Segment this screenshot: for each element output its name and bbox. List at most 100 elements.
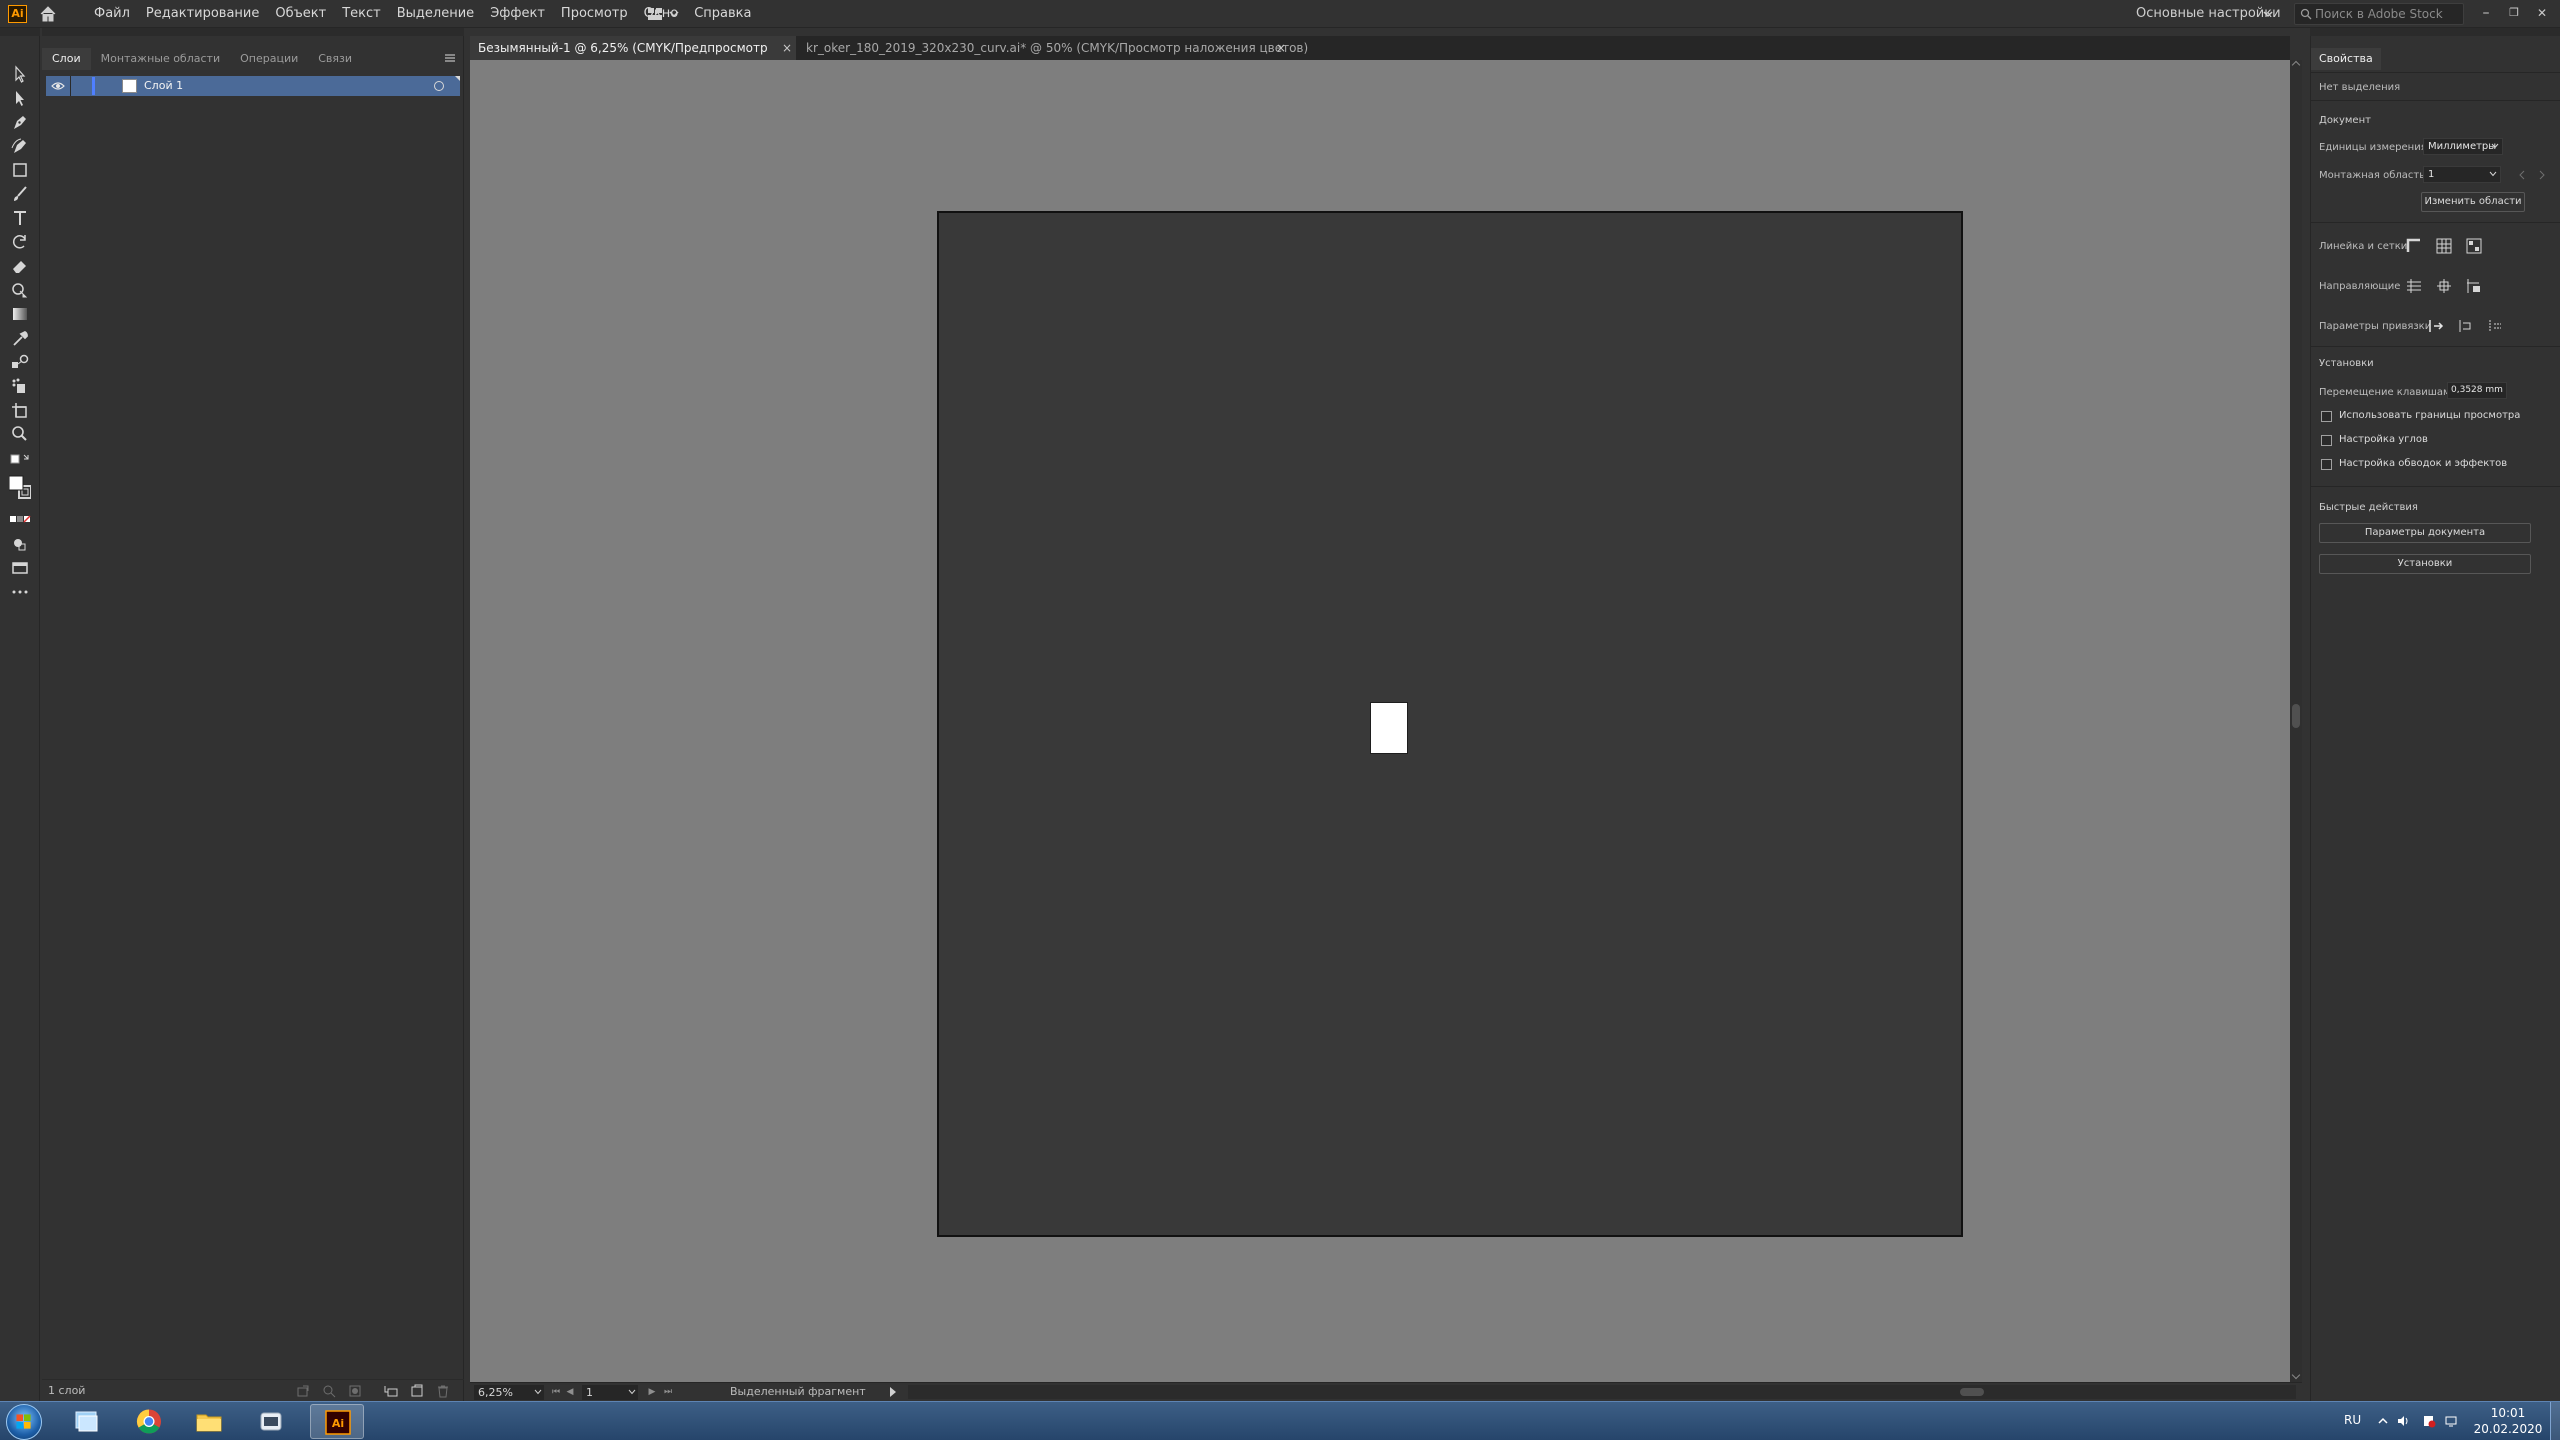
next-artboard-icon[interactable]: ▶ [646,1386,658,1398]
chevron-down-icon[interactable] [628,1389,636,1395]
color-mode-icon[interactable] [9,510,31,530]
layer-name[interactable]: Слой 1 [144,76,183,96]
rectangle-tool-icon[interactable] [9,160,31,180]
menu-type[interactable]: Текст [334,0,389,28]
menu-help[interactable]: Справка [686,0,759,28]
layer-row[interactable]: Слой 1 [46,76,460,96]
zoom-tool-icon[interactable] [9,424,31,444]
paintbrush-tool-icon[interactable] [9,184,31,204]
document-tab[interactable]: kr_oker_180_2019_320x230_curv.ai* @ 50% … [796,36,1396,60]
menu-edit[interactable]: Редактирование [138,0,267,28]
tab-artboards[interactable]: Монтажные области [91,48,231,70]
eraser-tool-icon[interactable] [9,256,31,276]
screen-mode-icon[interactable] [9,558,31,578]
direct-selection-tool-icon[interactable] [9,88,31,108]
gradient-tool-icon[interactable] [9,304,31,324]
properties-collapse-strip[interactable] [2310,28,2560,36]
swap-colors-icon[interactable] [9,450,31,470]
taskbar-explorer-windows[interactable] [60,1404,114,1439]
clipping-mask-icon[interactable] [348,1384,362,1398]
document-setup-button[interactable]: Параметры документа [2319,523,2531,543]
snap-to-glyph-icon[interactable] [2487,317,2505,335]
zoom-level-field[interactable]: 6,25% [474,1385,544,1400]
transparency-grid-icon[interactable] [2465,237,2483,255]
document-tab-active[interactable]: Безымянный-1 @ 6,25% (CMYK/Предпросмотр … [470,36,796,79]
type-tool-icon[interactable] [9,208,31,228]
show-guides-icon[interactable] [2405,277,2423,295]
trash-icon[interactable] [436,1384,450,1398]
scrollbar-thumb[interactable] [1960,1388,1984,1396]
edit-artboards-button[interactable]: Изменить области [2421,192,2525,212]
previous-artboard-icon[interactable]: ◀ [564,1386,576,1398]
checkbox[interactable] [2321,435,2332,446]
blend-tool-icon[interactable] [9,352,31,372]
grid-icon[interactable] [2435,237,2453,255]
preferences-button[interactable]: Установки [2319,554,2531,574]
tab-properties[interactable]: Свойства [2311,48,2381,70]
restore-button[interactable]: ❐ [2502,3,2526,23]
artboard[interactable] [937,211,1963,1237]
units-select[interactable]: Миллиметры [2423,138,2503,155]
layers-collapse-strip[interactable] [42,28,464,36]
search-input[interactable] [2315,4,2460,24]
snap-to-pixel-icon[interactable] [2457,317,2475,335]
show-hidden-icons-icon[interactable] [2376,1414,2390,1428]
ruler-icon[interactable] [2405,237,2423,255]
shape-builder-tool-icon[interactable] [9,280,31,300]
tab-layers[interactable]: Слои [42,48,91,70]
keyboard-increment-field[interactable]: 0,3528 mm [2447,382,2507,399]
start-button[interactable] [6,1404,42,1440]
menu-view[interactable]: Просмотр [553,0,636,28]
taskbar-app-window[interactable] [244,1404,298,1439]
artboard-number-field[interactable]: 1 [582,1385,638,1400]
visibility-eye-icon[interactable] [51,80,65,92]
fill-stroke-icon[interactable] [8,472,32,504]
pen-tool-icon[interactable] [9,112,31,132]
artboard-tool-icon[interactable] [9,400,31,420]
new-layer-icon[interactable] [410,1384,424,1398]
taskbar-illustrator[interactable]: Ai [310,1404,364,1439]
close-tab-icon[interactable]: × [782,36,792,60]
symbol-sprayer-tool-icon[interactable] [9,376,31,396]
layer-target-icon[interactable] [434,81,444,91]
last-artboard-icon[interactable]: ⏭ [662,1386,674,1398]
tools-collapse-strip[interactable] [0,28,40,36]
adobe-stock-search[interactable] [2294,3,2464,25]
taskbar-file-explorer[interactable] [182,1404,236,1439]
action-center-icon[interactable] [2422,1414,2436,1428]
artboard-select[interactable]: 1 [2423,166,2501,183]
tab-actions[interactable]: Операции [230,48,308,70]
taskbar-clock[interactable]: 10:01 20.02.2020 [2468,1405,2548,1437]
close-tab-icon[interactable]: × [1276,36,1286,60]
rotate-tool-icon[interactable] [9,232,31,252]
network-icon[interactable] [2444,1414,2458,1428]
selection-tool-icon[interactable] [9,64,31,84]
checkbox[interactable] [2321,411,2332,422]
status-menu-arrow-icon[interactable] [890,1387,896,1397]
snap-to-point-icon[interactable] [2427,317,2445,335]
previous-artboard-icon[interactable] [2517,166,2527,184]
show-desktop-button[interactable] [2550,1402,2560,1440]
chevron-down-icon[interactable] [2262,8,2274,20]
first-artboard-icon[interactable]: ⏮ [550,1386,562,1398]
chevron-down-icon[interactable] [534,1389,542,1395]
menu-select[interactable]: Выделение [389,0,482,28]
taskbar-chrome[interactable] [122,1404,176,1439]
panel-menu-icon[interactable] [443,52,457,64]
horizontal-scrollbar[interactable] [908,1385,2296,1399]
draw-mode-icon[interactable] [9,534,31,554]
scroll-up-icon[interactable] [2291,60,2301,70]
lock-column[interactable] [70,76,71,96]
scroll-down-icon[interactable] [2291,1370,2301,1380]
menu-object[interactable]: Объект [267,0,334,28]
language-indicator[interactable]: RU [2344,1413,2361,1427]
more-tools-icon[interactable] [9,582,31,602]
smart-guides-icon[interactable] [2435,277,2453,295]
minimize-button[interactable]: – [2474,3,2498,23]
close-button[interactable]: ✕ [2530,3,2554,23]
checkbox[interactable] [2321,459,2332,470]
home-icon[interactable] [38,4,58,24]
vertical-scrollbar[interactable] [2290,60,2302,1382]
eyedropper-tool-icon[interactable] [9,328,31,348]
canvas-pasteboard[interactable] [470,60,2290,1382]
